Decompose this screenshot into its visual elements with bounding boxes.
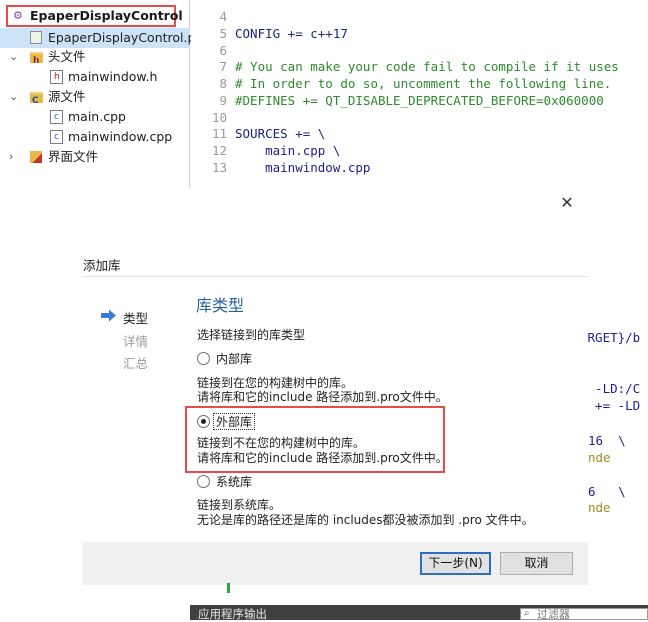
code-line: 7 # You can make your code fail to compil… [219, 59, 619, 74]
tree-item-mainwindow-h[interactable]: mainwindow.h [0, 67, 190, 87]
radio-button[interactable] [197, 475, 210, 488]
cpp-file-icon [50, 110, 63, 124]
code-line: 8 # In order to do so, uncomment the foll… [219, 76, 612, 91]
project-tree-panel: ⚙ EpaperDisplayControl EpaperDisplayCont… [0, 0, 199, 188]
option-description: 链接到不在您的构建树中的库。 [197, 436, 366, 450]
background-code-fragment: S += -LD [580, 398, 641, 413]
tree-item-pro-file[interactable]: EpaperDisplayControl.pı [0, 28, 199, 48]
cancel-button[interactable]: 取消 [500, 552, 573, 575]
form-folder-icon [30, 151, 42, 163]
current-step-arrow-icon [101, 309, 116, 322]
radio-button[interactable] [197, 352, 210, 365]
code-line: 10 [211, 110, 227, 125]
code-line: 13 mainwindow.cpp [211, 160, 371, 175]
code-line: 11 SOURCES += \ [211, 126, 326, 141]
tree-item-main-cpp[interactable]: main.cpp [0, 107, 190, 127]
code-line: 9 #DEFINES += QT_DISABLE_DEPRECATED_BEFOR… [219, 93, 604, 108]
dialog-title: 添加库 [83, 258, 121, 273]
wizard-step-details: 详情 [123, 334, 149, 349]
filter-input[interactable]: ⌕ 过滤器 [520, 608, 648, 620]
search-icon: ⌕ [524, 608, 530, 619]
header-folder-icon [30, 51, 43, 71]
radio-button-checked[interactable] [197, 415, 210, 428]
chevron-down-icon[interactable]: ⌄ [9, 87, 19, 107]
code-line: 6 [219, 43, 227, 58]
wizard-step-summary: 汇总 [123, 356, 149, 371]
header-file-icon [50, 70, 63, 84]
tree-item-label: main.cpp [68, 109, 126, 124]
page-heading: 库类型 [196, 296, 245, 315]
tree-item-mainwindow-cpp[interactable]: mainwindow.cpp [0, 127, 190, 147]
background-code-fragment: nde [588, 450, 611, 465]
tree-item-label: EpaperDisplayControl.pı [48, 30, 199, 45]
option-description: 请将库和它的include 路径添加到.pro文件中。 [197, 390, 448, 404]
background-code-fragment: nde [588, 500, 611, 515]
radio-label: 内部库 [216, 352, 253, 366]
tree-item-label: 源文件 [48, 89, 86, 104]
close-icon[interactable]: ✕ [557, 194, 577, 214]
code-editor[interactable]: 4 5 CONFIG += c++17 6 7 # You can make you… [191, 0, 648, 188]
background-code-fragment: ARGET}/b [580, 330, 641, 345]
chevron-down-icon[interactable]: ⌄ [9, 47, 19, 67]
tree-item-headers[interactable]: ⌄ 头文件 [0, 47, 190, 71]
radio-label: 系统库 [216, 475, 253, 489]
tree-item-label: mainwindow.h [68, 69, 158, 84]
project-root-label: EpaperDisplayControl [30, 8, 183, 23]
pro-file-icon [30, 31, 42, 44]
cpp-file-icon [50, 130, 63, 144]
project-root-item[interactable]: ⚙ EpaperDisplayControl [6, 5, 183, 27]
background-code-fragment: 16 \ [588, 433, 626, 448]
tree-item-forms[interactable]: › 界面文件 [0, 147, 190, 167]
radio-label: 外部库 [216, 415, 253, 429]
tree-item-label: mainwindow.cpp [68, 129, 173, 144]
option-description: 链接到在您的构建树中的库。 [197, 376, 354, 390]
editor-change-marker [227, 583, 230, 593]
background-code-fragment: 6 \ [588, 484, 626, 499]
background-code-fragment: = -LD:/C [580, 381, 641, 396]
source-folder-icon [30, 91, 43, 111]
option-description: 链接到系统库。 [197, 498, 282, 512]
tree-item-label: 界面文件 [48, 149, 99, 164]
dialog-footer: 下一步(N) 取消 [83, 542, 588, 585]
chevron-right-icon[interactable]: › [9, 147, 19, 167]
add-library-dialog: ✕ 添加库 类型 详情 汇总 库类型 选择链接到的库类型 内部库 链接到在您的构… [0, 188, 588, 605]
tree-item-label: 头文件 [48, 49, 86, 64]
qt-project-icon: ⚙ [13, 9, 23, 22]
wizard-step-type: 类型 [123, 311, 149, 326]
page-subtitle: 选择链接到的库类型 [197, 328, 306, 342]
tree-item-sources[interactable]: ⌄ 源文件 [0, 87, 190, 111]
option-description: 无论是库的路径还是库的 includes都没被添加到 .pro 文件中。 [197, 513, 534, 527]
code-line: 4 [219, 9, 227, 24]
code-line: 5 CONFIG += c++17 [219, 26, 348, 41]
option-description: 请将库和它的include 路径添加到.pro文件中。 [197, 451, 448, 465]
filter-placeholder: 过滤器 [537, 608, 570, 621]
next-button[interactable]: 下一步(N) [420, 552, 491, 575]
divider [83, 276, 588, 277]
code-line: 12 main.cpp \ [211, 143, 341, 158]
